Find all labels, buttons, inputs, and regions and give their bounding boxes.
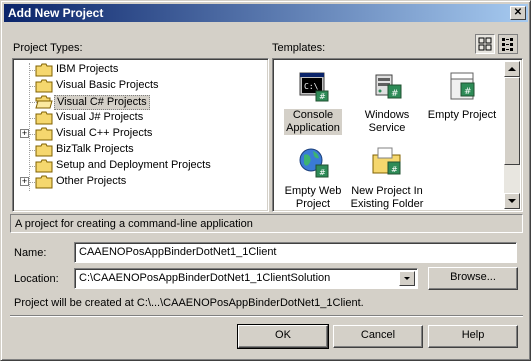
folder-icon	[35, 175, 53, 189]
template-description: A project for creating a command-line ap…	[10, 214, 523, 233]
location-label: Location:	[14, 273, 59, 285]
separator	[10, 315, 523, 317]
arrow-down-icon	[508, 199, 516, 203]
template-console-application[interactable]: C:\ # Console Application	[274, 69, 352, 135]
location-dropdown-button[interactable]	[399, 271, 415, 286]
templates-scrollbar[interactable]	[504, 61, 520, 209]
svg-text:C:\: C:\	[304, 82, 319, 91]
project-types-label: Project Types:	[13, 42, 83, 54]
tree-item-setup-deployment-projects[interactable]: Setup and Deployment Projects	[13, 158, 263, 174]
tree-item-ibm-projects[interactable]: IBM Projects	[13, 62, 263, 78]
chevron-down-icon	[404, 277, 410, 280]
add-new-project-dialog: Add New Project ✕ Project Types: Templat…	[0, 0, 531, 361]
svg-text:#: #	[319, 168, 326, 177]
project-path-info: Project will be created at C:\...\CAAENO…	[14, 297, 364, 309]
folder-icon	[35, 127, 53, 141]
template-label: New Project In Existing Folder	[350, 185, 424, 210]
tree-item-other-projects[interactable]: + Other Projects	[13, 174, 263, 190]
folder-project-icon: #	[372, 147, 401, 175]
scroll-thumb[interactable]	[504, 77, 520, 165]
large-icons-icon	[478, 37, 492, 51]
template-new-project-existing-folder[interactable]: # New Project In Existing Folder	[346, 145, 428, 211]
folder-icon	[35, 159, 53, 173]
large-icons-view-button[interactable]	[475, 34, 495, 54]
scroll-up-button[interactable]	[504, 61, 520, 77]
console-app-icon: C:\ #	[299, 72, 329, 102]
windows-service-icon: #	[375, 74, 402, 99]
cancel-button[interactable]: Cancel	[333, 325, 423, 348]
location-combobox[interactable]: C:\CAAENOPosAppBinderDotNet1_1ClientSolu…	[74, 268, 418, 289]
svg-text:#: #	[391, 89, 399, 99]
folder-icon	[35, 111, 53, 125]
project-types-tree[interactable]: IBM Projects Visual Basic Projects Visua…	[12, 58, 269, 212]
name-label: Name:	[14, 247, 47, 259]
small-icons-view-button[interactable]	[498, 34, 518, 54]
templates-label: Templates:	[272, 42, 326, 54]
browse-button[interactable]: Browse...	[428, 267, 518, 290]
templates-list[interactable]: C:\ # Console Application # Windows Servic…	[272, 58, 523, 212]
folder-icon	[35, 63, 53, 77]
title-bar[interactable]: Add New Project ✕	[4, 4, 528, 22]
expand-icon[interactable]: +	[20, 129, 29, 138]
empty-web-project-icon: #	[299, 148, 329, 178]
tree-item-visual-csharp-projects[interactable]: Visual C# Projects	[13, 94, 263, 110]
svg-text:#: #	[391, 165, 398, 174]
template-empty-project[interactable]: # Empty Project	[422, 69, 502, 122]
folder-icon	[35, 79, 53, 93]
location-value: C:\CAAENOPosAppBinderDotNet1_1ClientSolu…	[79, 272, 331, 284]
template-windows-service[interactable]: # Windows Service	[348, 69, 426, 135]
list-view-icon	[502, 38, 513, 51]
expand-icon[interactable]: +	[20, 177, 29, 186]
template-label: Empty Project	[427, 109, 497, 121]
scroll-down-button[interactable]	[504, 193, 520, 209]
template-empty-web-project[interactable]: # Empty Web Project	[274, 145, 352, 211]
template-label: Console Application	[284, 109, 342, 135]
template-label: Windows Service	[364, 109, 410, 134]
ok-button[interactable]: OK	[237, 324, 329, 349]
svg-text:#: #	[319, 92, 326, 101]
tree-item-visual-cpp-projects[interactable]: + Visual C++ Projects	[13, 126, 263, 142]
tree-item-visual-basic-projects[interactable]: Visual Basic Projects	[13, 78, 263, 94]
help-button[interactable]: Help	[428, 325, 518, 348]
arrow-up-icon	[508, 67, 516, 71]
close-icon[interactable]: ✕	[510, 6, 526, 20]
svg-text:#: #	[464, 87, 472, 97]
empty-project-icon: #	[450, 72, 475, 100]
window-title: Add New Project	[8, 6, 104, 20]
name-input[interactable]: CAAENOPosAppBinderDotNet1_1Client	[74, 242, 517, 263]
open-folder-icon	[35, 95, 53, 109]
tree-item-biztalk-projects[interactable]: BizTalk Projects	[13, 142, 263, 158]
template-label: Empty Web Project	[284, 185, 342, 210]
folder-icon	[35, 143, 53, 157]
tree-item-visual-jsharp-projects[interactable]: Visual J# Projects	[13, 110, 263, 126]
